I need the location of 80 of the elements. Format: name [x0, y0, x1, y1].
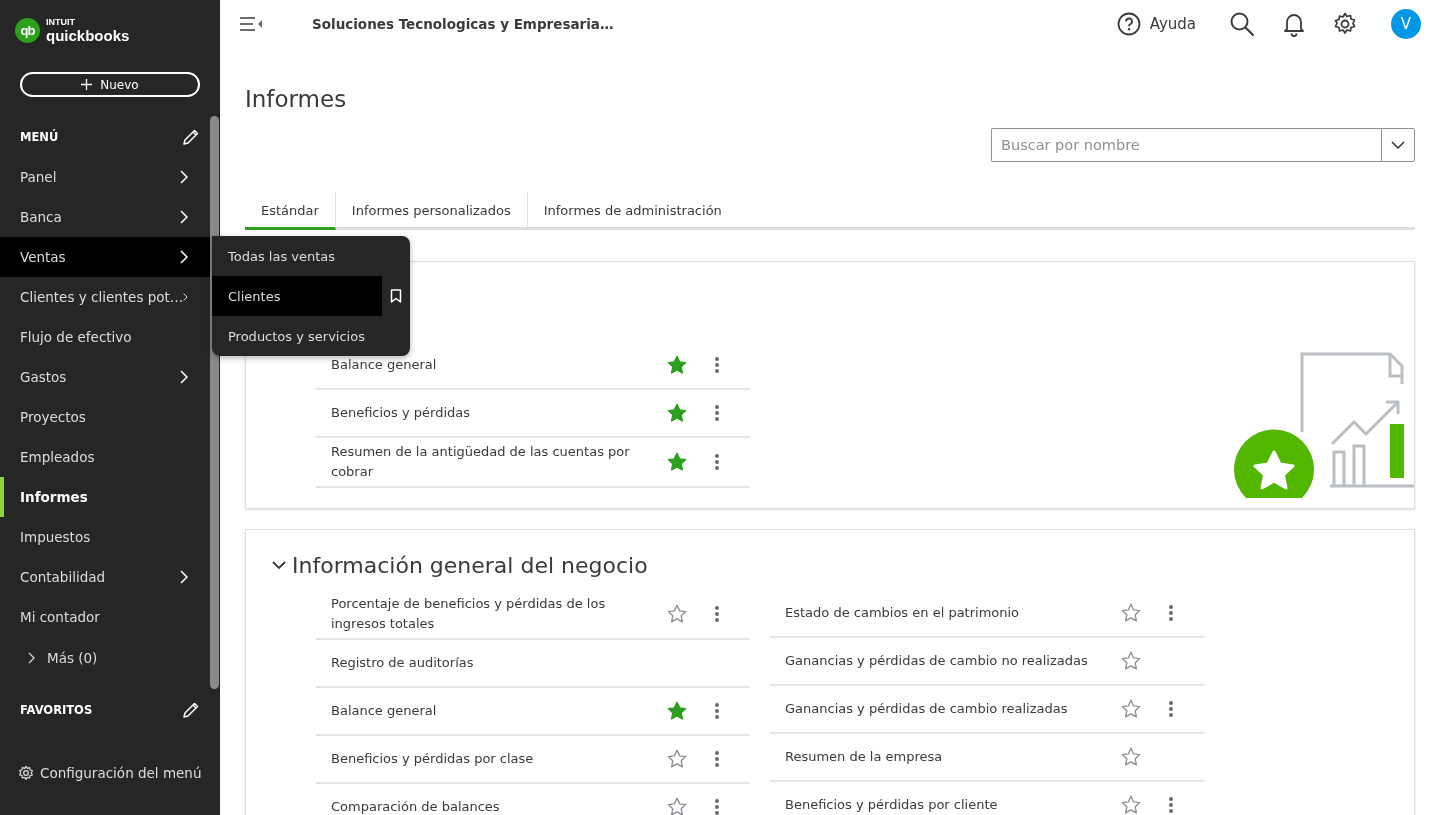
gear-icon	[18, 765, 34, 781]
settings-icon[interactable]	[1333, 12, 1357, 36]
nav-item[interactable]: Impuestos	[0, 517, 210, 557]
nav-item[interactable]: Panel	[0, 157, 210, 197]
report-link[interactable]: Balance general	[331, 701, 666, 721]
star-icon[interactable]	[1120, 698, 1142, 720]
plus-icon	[81, 79, 93, 90]
report-link[interactable]: Estado de cambios en el patrimonio	[785, 603, 1120, 623]
more-toggle[interactable]: Más (0)	[0, 637, 98, 679]
company-name[interactable]: Soluciones Tecnologicas y Empresaria…	[312, 16, 614, 32]
nav-item[interactable]: Clientes y clientes pot…	[0, 277, 210, 317]
star-icon[interactable]	[666, 451, 688, 473]
more-icon[interactable]	[1168, 700, 1174, 718]
star-icon[interactable]	[1120, 602, 1142, 624]
dropdown-button[interactable]	[1381, 128, 1415, 162]
more-icon[interactable]	[1168, 604, 1174, 622]
report-link[interactable]: Beneficios y pérdidas por clase	[331, 749, 666, 769]
tab[interactable]: Informes personalizados	[335, 193, 528, 230]
report-link[interactable]: Balance general	[331, 355, 666, 375]
favorites-heading: FAVORITOS	[20, 703, 93, 717]
more-icon[interactable]	[714, 453, 720, 471]
report-link[interactable]: Resumen de la empresa	[785, 747, 1120, 767]
star-icon[interactable]	[666, 354, 688, 376]
more-icon[interactable]	[714, 356, 720, 374]
star-icon[interactable]	[1120, 794, 1142, 815]
search-icon[interactable]	[1229, 11, 1255, 37]
report-link[interactable]: Registro de auditorías	[331, 653, 666, 673]
chevron-right-icon	[28, 652, 35, 664]
nav-item[interactable]: Ventas	[0, 237, 210, 277]
star-icon[interactable]	[666, 748, 688, 770]
nav-item[interactable]: Banca	[0, 197, 210, 237]
more-icon[interactable]	[714, 702, 720, 720]
help-icon	[1116, 12, 1141, 36]
tab[interactable]: Informes de administración	[527, 193, 738, 230]
section-title: Información general del negocio	[292, 552, 648, 578]
nav-item[interactable]: Mi contador	[0, 597, 210, 637]
report-link[interactable]: Ganancias y pérdidas de cambio realizadas	[785, 699, 1120, 719]
search-field[interactable]: Buscar por nombre	[991, 128, 1381, 162]
menu-heading: MENÚ	[20, 130, 59, 144]
more-icon[interactable]	[714, 404, 720, 422]
more-icon[interactable]	[714, 798, 720, 815]
star-icon[interactable]	[666, 603, 688, 625]
report-link[interactable]: Comparación de balances	[331, 797, 666, 815]
report-link[interactable]: Beneficios y pérdidas	[331, 403, 666, 423]
star-icon[interactable]	[1120, 650, 1142, 672]
logo-mark: qb	[15, 17, 40, 43]
more-icon[interactable]	[714, 605, 720, 623]
star-icon[interactable]	[666, 402, 688, 424]
pencil-icon[interactable]	[182, 128, 200, 146]
chevron-down-icon	[1391, 141, 1405, 149]
nav-item[interactable]: Contabilidad	[0, 557, 210, 597]
menu-settings-link[interactable]: Configuración del menú	[18, 765, 202, 781]
bookmark-icon[interactable]	[390, 289, 402, 303]
report-link[interactable]: Porcentaje de beneficios y pérdidas de los ingresos totales	[331, 594, 666, 634]
star-icon[interactable]	[1120, 746, 1142, 768]
nav-item[interactable]: Empleados	[0, 437, 210, 477]
logo-text: INTUIT	[46, 16, 76, 27]
bell-icon[interactable]	[1283, 11, 1305, 37]
report-link[interactable]: Beneficios y pérdidas por cliente	[785, 795, 1120, 815]
nav-item[interactable]: Proyectos	[0, 397, 210, 437]
star-icon[interactable]	[666, 796, 688, 815]
nav-item[interactable]: Informes	[0, 477, 210, 517]
report-link[interactable]: Resumen de la antigüedad de las cuentas por cobrar	[331, 442, 666, 482]
chevron-down-icon[interactable]	[272, 560, 286, 570]
star-icon[interactable]	[666, 700, 688, 722]
more-icon[interactable]	[714, 750, 720, 768]
tab[interactable]: Estándar	[245, 193, 336, 230]
logo-text: quickbooks	[46, 26, 130, 44]
page-title: Informes	[245, 86, 348, 112]
nav-item[interactable]: Gastos	[0, 357, 210, 397]
submenu-item[interactable]: Clientes	[212, 276, 382, 316]
nav-item[interactable]: Flujo de efectivo	[0, 317, 210, 357]
more-icon[interactable]	[1168, 796, 1174, 814]
submenu-item[interactable]: Todas las ventas	[212, 236, 382, 276]
report-link[interactable]: Ganancias y pérdidas de cambio no realizadas	[785, 651, 1120, 671]
menu-collapse-icon[interactable]	[239, 16, 263, 32]
submenu-item[interactable]: Productos y servicios	[212, 316, 382, 356]
new-button[interactable]: Nuevo	[20, 72, 200, 97]
help-button[interactable]: Ayuda	[1116, 12, 1196, 36]
pencil-icon[interactable]	[182, 701, 200, 719]
